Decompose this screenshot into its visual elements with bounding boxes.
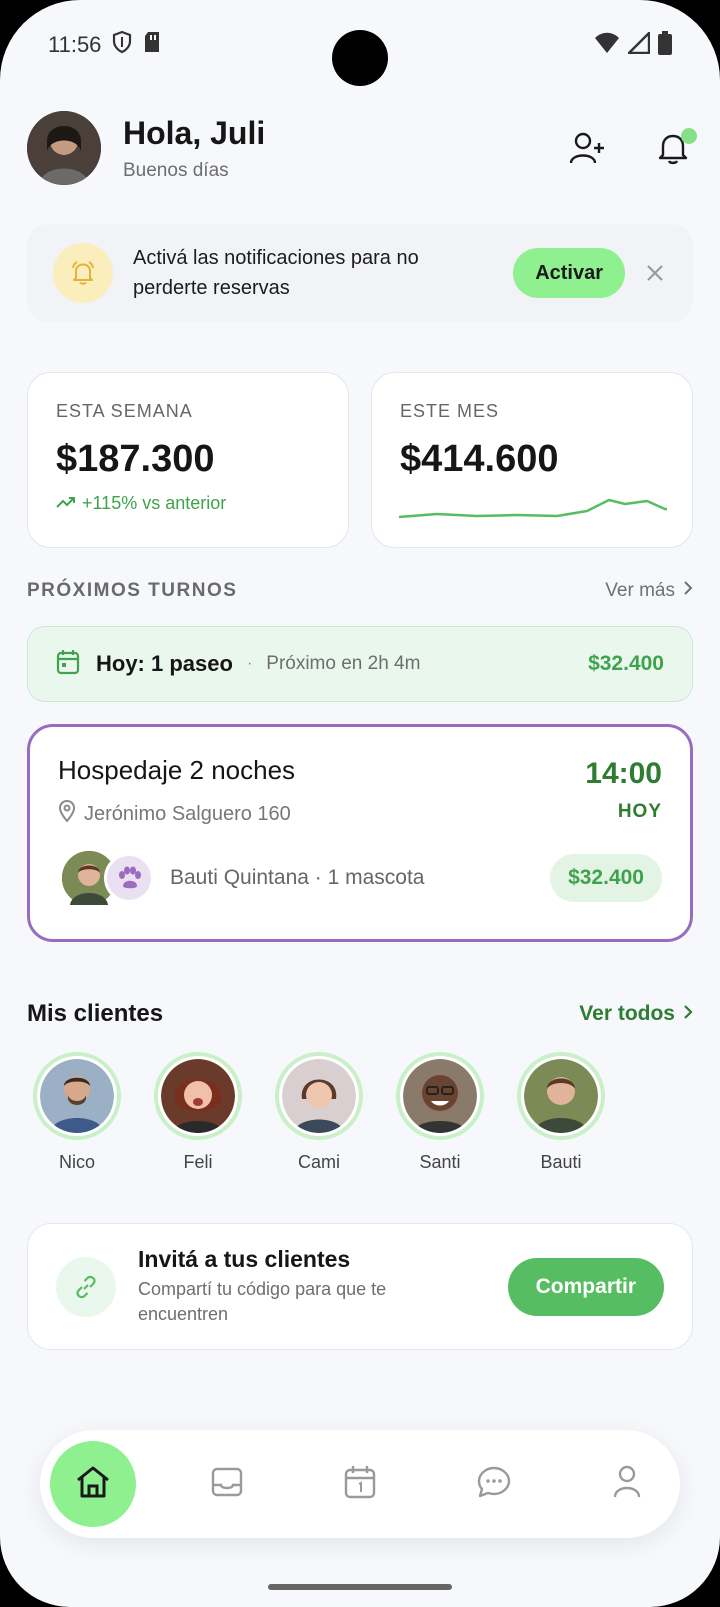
client-photo [282, 1059, 356, 1133]
location-pin-icon [58, 799, 76, 828]
notification-dot [681, 128, 697, 144]
link-icon [56, 1256, 116, 1317]
nav-chat[interactable] [451, 1441, 537, 1527]
nav-calendar[interactable] [317, 1441, 403, 1527]
notifications-button[interactable] [653, 128, 697, 170]
header: Hola, Juli Buenos días [27, 110, 697, 186]
client-photo [524, 1059, 598, 1133]
status-time: 11:56 [48, 32, 102, 57]
client-name: Nico [58, 1152, 95, 1172]
booking-time: 14:00 [585, 757, 662, 790]
sd-card-icon [143, 31, 161, 59]
app-screen: 11:56 Hola, Juli Buenos días Activá las … [0, 0, 720, 1607]
greeting-title: Hola, Juli [123, 114, 266, 151]
calendar-icon [56, 649, 80, 680]
close-icon[interactable] [643, 261, 667, 285]
shield-icon [111, 30, 133, 60]
booking-client: Bauti Quintana · 1 mascota [170, 866, 425, 889]
greeting-subtitle: Buenos días [123, 159, 229, 181]
today-summary[interactable]: Hoy: 1 paseo · Próximo en 2h 4m $32.400 [27, 626, 693, 702]
client-name: Feli [183, 1152, 213, 1172]
nav-inbox[interactable] [184, 1441, 270, 1527]
calendar-icon [344, 1465, 376, 1504]
see-all-label: Ver todos [579, 1002, 675, 1025]
paw-icon [104, 853, 154, 903]
separator-dot: · [246, 655, 253, 672]
upcoming-header: PRÓXIMOS TURNOS Ver más [27, 580, 693, 602]
monthly-sparkline [398, 498, 667, 519]
client-photo [403, 1059, 477, 1133]
bell-ring-icon [53, 243, 113, 303]
invite-subtitle: Compartí tu código para que te encuentre… [138, 1279, 387, 1324]
avatar[interactable] [27, 111, 101, 185]
weekly-trend: +115% vs anterior [82, 493, 227, 513]
see-all-link[interactable]: Ver todos [579, 1002, 693, 1026]
client-name: Santi [419, 1152, 461, 1172]
clients-header: Mis clientes Ver todos [27, 1000, 693, 1028]
add-user-button[interactable] [567, 130, 607, 170]
front-camera [332, 30, 388, 86]
booking-price: $32.400 [550, 854, 662, 902]
upcoming-title: PRÓXIMOS TURNOS [27, 580, 238, 601]
booking-card[interactable]: Hospedaje 2 noches 14:00 HOY Jerónimo Sa… [27, 724, 693, 942]
chevron-right-icon [683, 580, 693, 602]
clients-title: Mis clientes [27, 1000, 164, 1027]
today-price: $32.400 [588, 652, 664, 675]
weekly-value: $187.300 [56, 438, 215, 480]
clients-list: Nico Feli Cami Santi Bauti [33, 1052, 605, 1173]
monthly-value: $414.600 [400, 438, 559, 480]
battery-icon [658, 30, 672, 60]
bottom-nav [40, 1430, 680, 1538]
today-title: Hoy: 1 paseo [96, 651, 233, 676]
client-name: Bauti [540, 1152, 582, 1172]
client-name: Cami [297, 1152, 340, 1172]
nav-home[interactable] [50, 1441, 136, 1527]
booking-address: Jerónimo Salguero 160 [84, 802, 291, 825]
signal-icon [626, 29, 651, 59]
invite-title: Invitá a tus clientes [138, 1246, 351, 1272]
banner-text: Activá las notificaciones para no perder… [133, 247, 419, 299]
add-user-icon [569, 131, 605, 170]
notifications-banner: Activá las notificaciones para no perder… [27, 224, 693, 322]
client-photo [161, 1059, 235, 1133]
client-item[interactable]: Santi [396, 1052, 484, 1173]
monthly-label: ESTE MES [400, 401, 500, 421]
client-item[interactable]: Cami [275, 1052, 363, 1173]
activate-button[interactable]: Activar [513, 248, 625, 298]
profile-icon [613, 1465, 641, 1504]
booking-title: Hospedaje 2 noches [58, 755, 296, 785]
home-indicator[interactable] [268, 1584, 452, 1590]
trending-up-icon [56, 493, 76, 514]
inbox-icon [211, 1467, 243, 1502]
wifi-icon [594, 32, 620, 59]
home-icon [75, 1465, 111, 1504]
next-appointment-time: Próximo en 2h 4m [266, 653, 421, 674]
chevron-right-icon [683, 1002, 693, 1026]
client-photo [40, 1059, 114, 1133]
booking-day: HOY [617, 801, 662, 822]
weekly-earnings-card[interactable]: ESTA SEMANA $187.300 +115% vs anterior [27, 372, 349, 548]
client-item[interactable]: Nico [33, 1052, 121, 1173]
invite-card: Invitá a tus clientes Compartí tu código… [27, 1223, 693, 1350]
monthly-earnings-card[interactable]: ESTE MES $414.600 [371, 372, 693, 548]
see-more-link[interactable]: Ver más [605, 580, 693, 602]
client-item[interactable]: Bauti [517, 1052, 605, 1173]
weekly-label: ESTA SEMANA [56, 401, 193, 421]
nav-profile[interactable] [584, 1441, 670, 1527]
see-more-label: Ver más [605, 580, 675, 601]
chat-icon [477, 1466, 511, 1503]
share-button[interactable]: Compartir [507, 1257, 664, 1316]
client-item[interactable]: Feli [154, 1052, 242, 1173]
